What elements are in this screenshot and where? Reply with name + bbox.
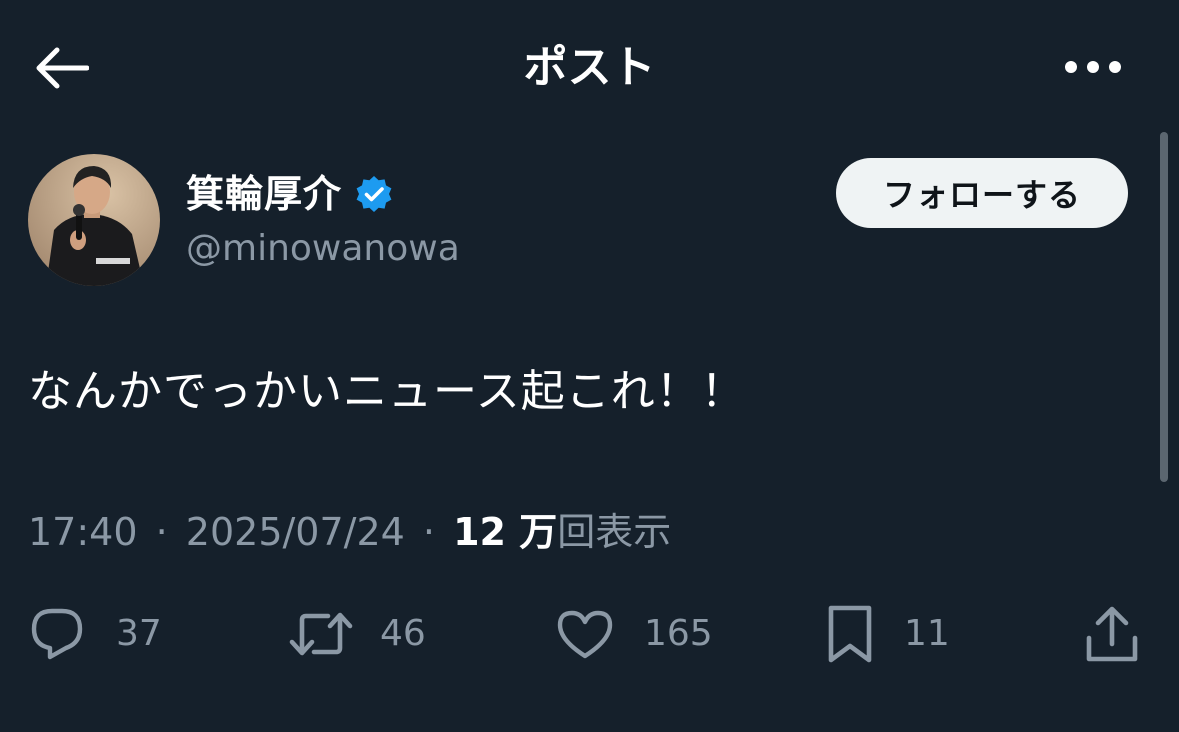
post-text: なんかでっかいニュース起これ！！ — [28, 366, 746, 417]
share-icon — [1086, 606, 1138, 662]
header-bar: ポスト — [0, 0, 1179, 132]
bookmark-icon — [828, 605, 872, 663]
more-horizontal-icon — [1065, 61, 1121, 73]
post-date[interactable]: 2025/07/24 — [186, 510, 405, 554]
page-title: ポスト — [523, 42, 656, 93]
scrollbar[interactable] — [1160, 132, 1168, 482]
post-detail-screen: ポスト 箕輪厚介 @minowanowa フォローする なんかでっかいニュース起… — [0, 0, 1179, 732]
verified-badge-icon — [354, 174, 394, 214]
avatar[interactable] — [28, 154, 160, 286]
heart-icon — [557, 610, 613, 659]
more-options-button[interactable] — [1058, 44, 1128, 90]
reply-count: 37 — [116, 613, 162, 654]
like-count: 165 — [644, 613, 713, 654]
views-label[interactable]: 回表示 — [557, 510, 671, 554]
author-handle[interactable]: @minowanowa — [186, 224, 460, 274]
author-name: 箕輪厚介 — [186, 172, 343, 216]
bookmark-button[interactable]: 11 — [826, 596, 950, 672]
meta-separator: · — [422, 510, 436, 554]
repost-button[interactable]: 46 — [288, 596, 426, 672]
views-count[interactable]: 12 万 — [453, 510, 557, 554]
bookmark-count: 11 — [904, 613, 950, 654]
share-button[interactable] — [1084, 596, 1140, 672]
repost-icon — [289, 612, 353, 656]
author-name-row[interactable]: 箕輪厚介 — [186, 166, 394, 222]
like-button[interactable]: 165 — [556, 596, 713, 672]
reply-button[interactable]: 37 — [28, 596, 162, 672]
repost-count: 46 — [380, 613, 426, 654]
post-time[interactable]: 17:40 — [28, 510, 138, 554]
action-bar: 37 46 165 11 — [0, 596, 1179, 672]
reply-icon — [31, 608, 83, 660]
post-meta: 17:40 · 2025/07/24 · 12 万回表示 — [28, 504, 671, 560]
meta-separator: · — [155, 510, 168, 554]
follow-button[interactable]: フォローする — [836, 158, 1128, 228]
